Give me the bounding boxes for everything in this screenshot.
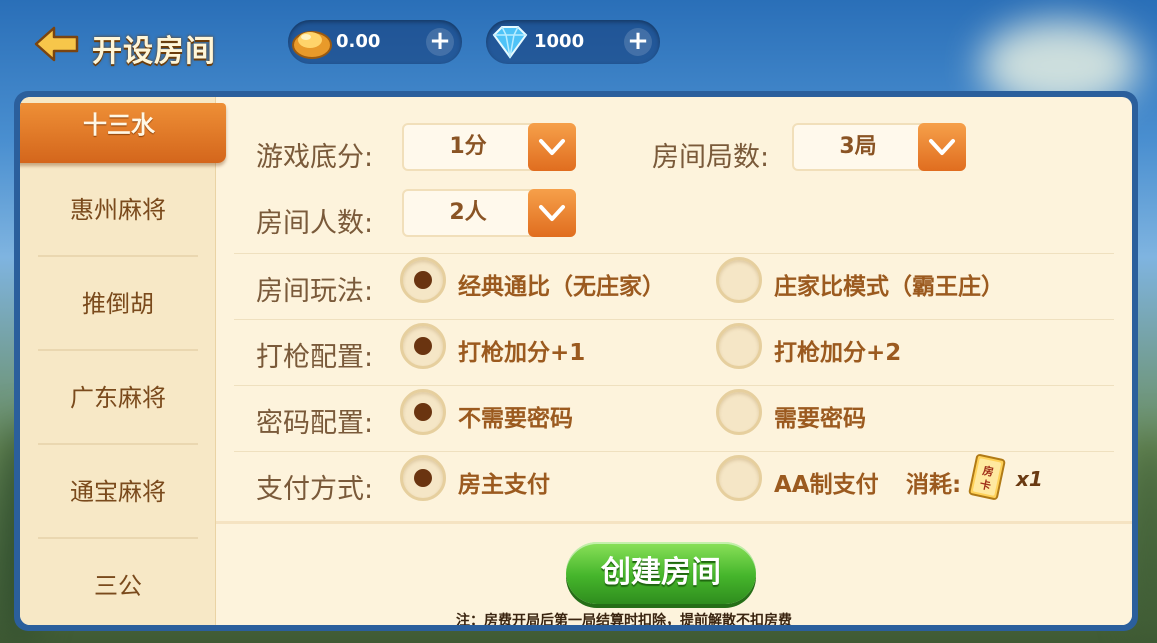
row-gun: 打枪配置: 打枪加分+1 打枪加分+2: [216, 321, 1132, 381]
rounds-select[interactable]: 3局: [792, 123, 966, 171]
players-label: 房间人数:: [256, 208, 374, 239]
row-mode: 房间玩法: 经典通比（无庄家） 庄家比模式（霸王庄）: [216, 255, 1132, 315]
mode-option-banker-label[interactable]: 庄家比模式（霸王庄）: [774, 267, 1004, 301]
panel-body: 惠州麻将 推倒胡 广东麻将 通宝麻将 三公 十三水 游戏底分: 1分 房间局数:…: [20, 97, 1132, 625]
row-base-score-rounds: 游戏底分: 1分 房间局数: 3局: [216, 121, 1132, 181]
payment-aa-radio[interactable]: [716, 455, 762, 501]
fee-note: 注：房费开局后第一局结算时扣除，提前解散不扣房费: [456, 613, 792, 625]
rounds-label: 房间局数:: [652, 142, 770, 173]
mode-label: 房间玩法:: [256, 276, 374, 307]
gun-option-2-label[interactable]: 打枪加分+2: [774, 333, 901, 367]
players-dropdown-button[interactable]: [528, 189, 576, 237]
create-room-button[interactable]: 创建房间: [566, 542, 756, 604]
divider: [234, 253, 1114, 254]
base-score-dropdown-button[interactable]: [528, 123, 576, 171]
top-bar: 开设房间 0.00 + 1000 +: [0, 0, 1157, 84]
payment-label: 支付方式:: [256, 474, 374, 505]
mode-option-banker-radio[interactable]: [716, 257, 762, 303]
rounds-dropdown-button[interactable]: [918, 123, 966, 171]
password-label: 密码配置:: [256, 408, 374, 439]
sidebar-item-shisanshui[interactable]: 十三水: [20, 103, 226, 163]
create-room-panel: 惠州麻将 推倒胡 广东麻将 通宝麻将 三公 十三水 游戏底分: 1分 房间局数:…: [14, 91, 1138, 631]
gun-option-1-radio[interactable]: [400, 323, 446, 369]
password-none-radio[interactable]: [400, 389, 446, 435]
sidebar-item-sangong[interactable]: 三公: [38, 539, 198, 625]
room-card-icon: 房 卡: [968, 454, 1006, 500]
chevron-down-icon: [539, 205, 565, 221]
row-players: 房间人数: 2人: [216, 187, 1132, 247]
diamond-icon: [492, 26, 528, 59]
game-sidebar: 惠州麻将 推倒胡 广东麻将 通宝麻将 三公: [20, 97, 216, 625]
players-select[interactable]: 2人: [402, 189, 576, 237]
radio-selected-dot: [414, 403, 432, 421]
payment-aa-label[interactable]: AA制支付: [774, 465, 879, 499]
chevron-down-icon: [539, 139, 565, 155]
bottom-bar: 创建房间 注：房费开局后第一局结算时扣除，提前解散不扣房费: [216, 521, 1132, 625]
cost-label: 消耗:: [906, 472, 962, 498]
radio-selected-dot: [414, 271, 432, 289]
gun-option-1-label[interactable]: 打枪加分+1: [458, 333, 585, 367]
plus-icon: +: [429, 26, 451, 56]
row-password: 密码配置: 不需要密码 需要密码: [216, 387, 1132, 447]
plus-icon: +: [627, 26, 649, 56]
gold-value: 0.00: [336, 31, 381, 52]
sidebar-item-tongbao-mahjong[interactable]: 通宝麻将: [38, 445, 198, 539]
back-button[interactable]: [34, 26, 80, 62]
chevron-down-icon: [929, 139, 955, 155]
sidebar-item-tuidaohu[interactable]: 推倒胡: [38, 257, 198, 351]
radio-selected-dot: [414, 337, 432, 355]
diamond-balance: 1000 +: [486, 20, 660, 64]
radio-selected-dot: [414, 469, 432, 487]
sidebar-item-guangdong-mahjong[interactable]: 广东麻将: [38, 351, 198, 445]
base-score-label: 游戏底分:: [256, 142, 374, 173]
mode-option-classic-label[interactable]: 经典通比（无庄家）: [458, 267, 665, 301]
divider: [234, 385, 1114, 386]
page-title: 开设房间: [92, 34, 216, 69]
cost-multiplier: x1: [1016, 467, 1043, 491]
password-none-label[interactable]: 不需要密码: [458, 399, 573, 433]
players-value: 2人: [449, 200, 487, 225]
password-required-label[interactable]: 需要密码: [774, 399, 866, 433]
gun-label: 打枪配置:: [256, 342, 374, 373]
mode-option-classic-radio[interactable]: [400, 257, 446, 303]
base-score-value: 1分: [449, 134, 487, 159]
row-payment: 支付方式: 房主支付 AA制支付 消耗: 房 卡 x1: [216, 453, 1132, 513]
payment-owner-radio[interactable]: [400, 455, 446, 501]
payment-owner-label[interactable]: 房主支付: [458, 465, 550, 499]
rounds-value: 3局: [839, 134, 877, 159]
gold-ingot-icon: [292, 31, 332, 59]
diamond-value: 1000: [534, 31, 585, 52]
gold-balance: 0.00 +: [288, 20, 462, 64]
gun-option-2-radio[interactable]: [716, 323, 762, 369]
divider: [234, 451, 1114, 452]
base-score-select[interactable]: 1分: [402, 123, 576, 171]
sidebar-item-huizhou-mahjong[interactable]: 惠州麻将: [38, 163, 198, 257]
divider: [234, 319, 1114, 320]
add-diamond-button[interactable]: +: [624, 28, 652, 56]
back-arrow-icon: [34, 26, 79, 62]
add-gold-button[interactable]: +: [426, 28, 454, 56]
password-required-radio[interactable]: [716, 389, 762, 435]
